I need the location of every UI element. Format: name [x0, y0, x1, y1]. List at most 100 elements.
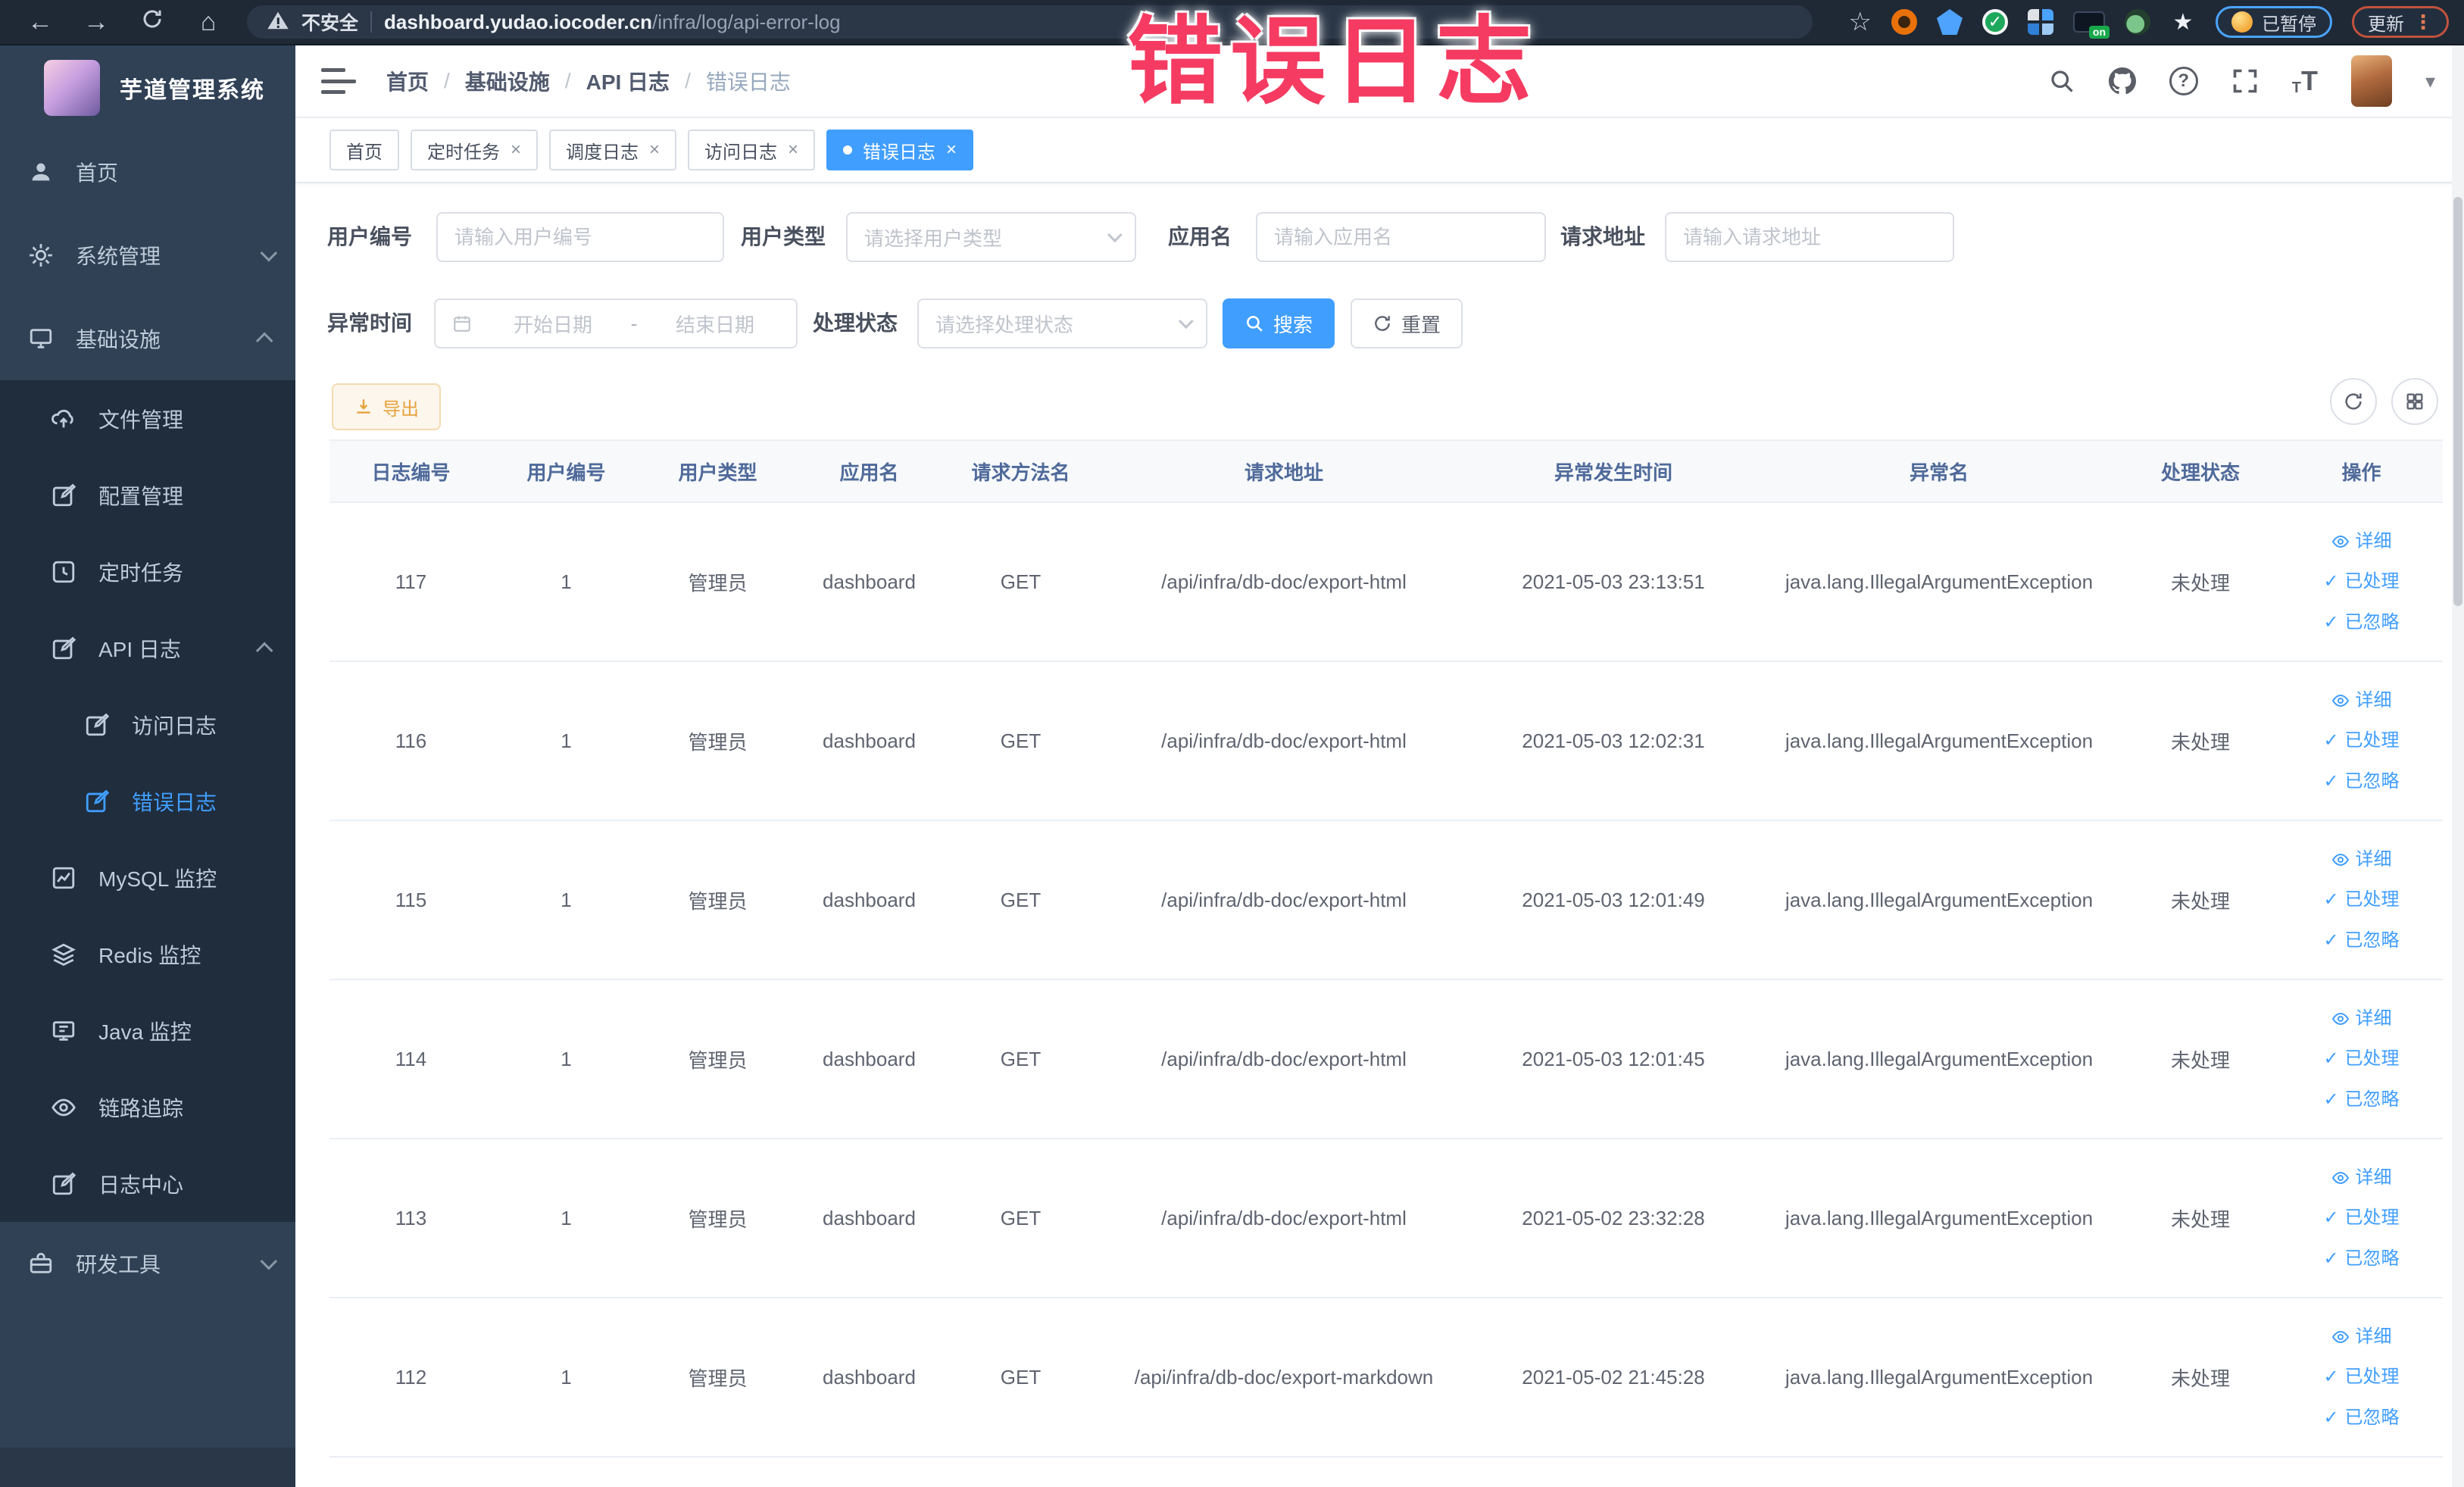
eye-icon [2331, 1012, 2349, 1025]
cell-method: GET [1000, 888, 1042, 911]
sidebar-item-error-log[interactable]: 错误日志 [0, 763, 295, 839]
export-button[interactable]: 导出 [332, 383, 441, 430]
breadcrumb-api-log[interactable]: API 日志 [586, 66, 670, 96]
ignored-link[interactable]: ✓ 已忽略 [2323, 770, 2399, 793]
processed-link[interactable]: ✓ 已处理 [2323, 729, 2399, 752]
sidebar-item-redis-monitor[interactable]: Redis 监控 [0, 916, 295, 992]
processed-link[interactable]: ✓ 已处理 [2323, 888, 2399, 911]
processed-link[interactable]: ✓ 已处理 [2323, 570, 2399, 593]
sidebar-item-mysql-monitor[interactable]: MySQL 监控 [0, 839, 295, 916]
ignored-link[interactable]: ✓ 已忽略 [2323, 1088, 2399, 1111]
avatar[interactable] [2350, 55, 2392, 107]
github-icon[interactable] [2108, 67, 2136, 95]
address-bar[interactable]: 不安全 dashboard.yudao.iocoder.cn/infra/log… [247, 5, 1813, 39]
detail-link[interactable]: 详细 [2331, 848, 2392, 871]
search-icon[interactable] [2048, 67, 2075, 95]
request-url-input[interactable] [1665, 212, 1954, 262]
sidebar-item-log-center[interactable]: 日志中心 [0, 1145, 295, 1222]
paused-badge[interactable]: 已暂停 [2216, 6, 2332, 38]
close-icon[interactable]: × [511, 141, 521, 159]
process-status-select[interactable]: 请选择处理状态 [917, 298, 1207, 348]
bookmark-star-icon[interactable]: ☆ [1849, 7, 1872, 37]
help-icon[interactable]: ? [2169, 67, 2198, 95]
check-icon: ✓ [2323, 1407, 2339, 1428]
breadcrumb-home[interactable]: 首页 [386, 66, 429, 96]
table-row: 116 1 管理员 dashboard GET /api/infra/db-do… [329, 662, 2443, 821]
tab-error-log[interactable]: 错误日志 × [826, 130, 974, 170]
scrollbar-thumb[interactable] [2453, 197, 2462, 606]
reset-button[interactable]: 重置 [1351, 298, 1463, 348]
detail-link[interactable]: 详细 [2331, 530, 2392, 553]
sidebar-item-label: 研发工具 [76, 1253, 161, 1276]
back-icon[interactable]: ← [15, 8, 65, 37]
extension-toggle-icon[interactable]: on [2073, 11, 2110, 39]
extension-orange-icon[interactable] [1891, 9, 1917, 35]
refresh-table-button[interactable] [2330, 378, 2377, 425]
close-icon[interactable]: × [946, 141, 957, 159]
log-edit-icon [82, 710, 112, 740]
url-text[interactable]: dashboard.yudao.iocoder.cn/infra/log/api… [384, 11, 841, 34]
extensions-pin-icon[interactable]: ★ [2170, 9, 2196, 35]
tab-scheduled-jobs[interactable]: 定时任务 × [411, 130, 539, 170]
sidebar-item-system[interactable]: 系统管理 [0, 214, 295, 297]
update-badge[interactable]: 更新 ⋮ [2352, 6, 2449, 38]
extension-shield-icon[interactable] [1937, 9, 1963, 35]
caret-down-icon[interactable]: ▾ [2425, 70, 2435, 93]
exception-time-label: 异常时间 [327, 311, 413, 335]
search-button-label: 搜索 [1273, 313, 1313, 336]
browser-menu-icon[interactable]: ⋮ [2413, 11, 2433, 34]
extension-v-icon[interactable]: ✓ [1982, 9, 2008, 35]
sidebar-item-java-monitor[interactable]: Java 监控 [0, 992, 295, 1069]
sidebar-item-access-log[interactable]: 访问日志 [0, 686, 295, 763]
sidebar-item-home[interactable]: 首页 [0, 130, 295, 214]
monitor-icon [26, 323, 56, 354]
processed-link[interactable]: ✓ 已处理 [2323, 1206, 2399, 1229]
column-settings-button[interactable] [2391, 378, 2438, 425]
sidebar-item-trace[interactable]: 链路追踪 [0, 1069, 295, 1145]
tab-access-log[interactable]: 访问日志 × [688, 130, 816, 170]
search-button[interactable]: 搜索 [1223, 298, 1335, 348]
select-placeholder: 请选择用户类型 [864, 226, 1003, 250]
user-id-input[interactable] [436, 212, 724, 262]
sidebar-item-infra[interactable]: 基础设施 [0, 297, 295, 380]
app-name-input[interactable] [1256, 212, 1546, 262]
font-size-icon[interactable]: TT [2292, 65, 2318, 97]
tab-home[interactable]: 首页 [329, 130, 399, 170]
sidebar-item-file-management[interactable]: 文件管理 [0, 380, 295, 457]
fullscreen-icon[interactable] [2231, 67, 2259, 95]
extension-grid-icon[interactable] [2028, 9, 2053, 35]
user-type-select[interactable]: 请选择用户类型 [846, 212, 1136, 262]
scrollbar-track[interactable] [2452, 45, 2464, 1487]
ignored-link[interactable]: ✓ 已忽略 [2323, 611, 2399, 634]
sidebar-item-dev-tools[interactable]: 研发工具 [0, 1222, 295, 1305]
processed-link[interactable]: ✓ 已处理 [2323, 1365, 2399, 1389]
close-icon[interactable]: × [788, 141, 798, 159]
home-icon[interactable]: ⌂ [183, 8, 233, 37]
detail-link[interactable]: 详细 [2331, 1325, 2392, 1348]
app-logo-row[interactable]: 芋道管理系统 [0, 45, 295, 130]
detail-link[interactable]: 详细 [2331, 689, 2392, 712]
check-icon: ✓ [2323, 770, 2339, 792]
ignored-link[interactable]: ✓ 已忽略 [2323, 1406, 2399, 1429]
exception-time-range-picker[interactable]: 开始日期 - 结束日期 [434, 298, 798, 348]
security-label[interactable]: 不安全 [301, 8, 358, 36]
breadcrumb-infra[interactable]: 基础设施 [465, 66, 550, 96]
breadcrumb-separator: / [685, 69, 691, 92]
sidebar-item-api-log[interactable]: API 日志 [0, 610, 295, 686]
ignored-link[interactable]: ✓ 已忽略 [2323, 1247, 2399, 1270]
close-icon[interactable]: × [649, 141, 660, 159]
tab-schedule-log[interactable]: 调度日志 × [549, 130, 677, 170]
sidebar-item-config-management[interactable]: 配置管理 [0, 457, 295, 533]
layers-icon [48, 939, 79, 970]
detail-link[interactable]: 详细 [2331, 1166, 2392, 1189]
detail-link[interactable]: 详细 [2331, 1007, 2392, 1030]
reload-icon[interactable] [127, 8, 177, 37]
processed-link[interactable]: ✓ 已处理 [2323, 1047, 2399, 1070]
forward-icon[interactable]: → [71, 8, 121, 37]
ignored-link[interactable]: ✓ 已忽略 [2323, 929, 2399, 952]
hamburger-icon[interactable] [321, 68, 356, 94]
extension-leaf-icon[interactable] [2125, 9, 2150, 35]
cell-log-id: 117 [395, 570, 427, 593]
screen: ← → ⌂ 不安全 dashboard.yudao.iocoder.cn/inf… [0, 0, 2464, 1487]
sidebar-item-scheduled-jobs[interactable]: 定时任务 [0, 533, 295, 610]
